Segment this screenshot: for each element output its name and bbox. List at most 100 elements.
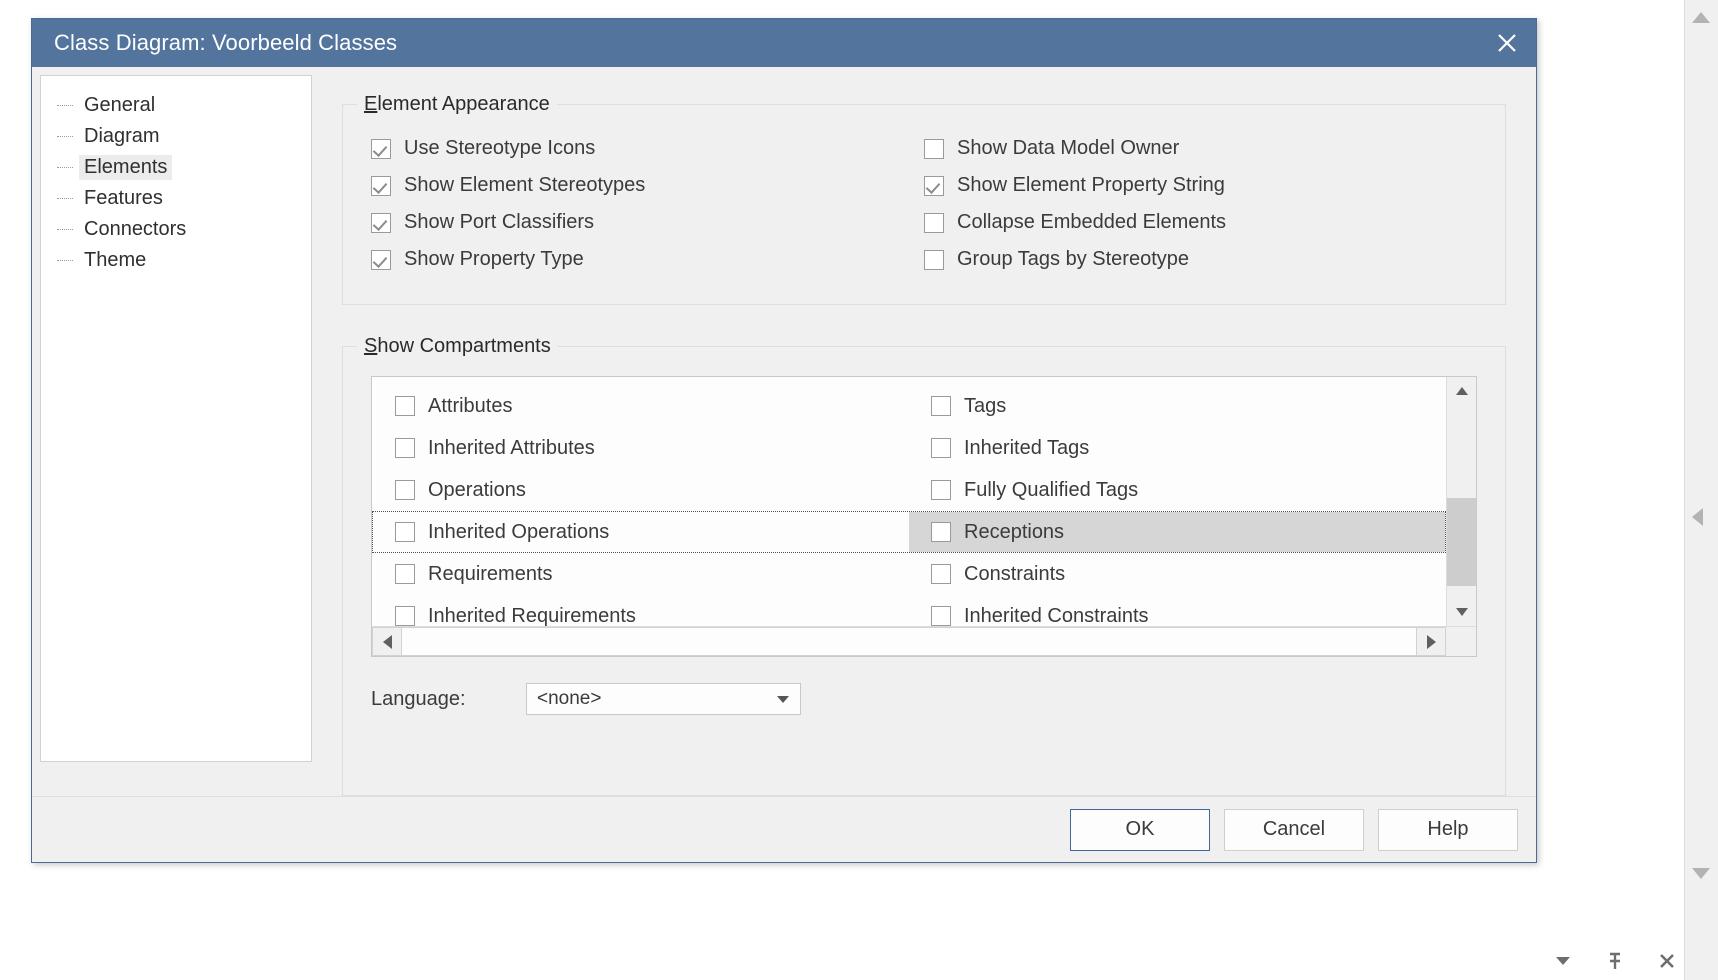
checkbox-icon[interactable] xyxy=(931,564,951,584)
checkbox-icon[interactable] xyxy=(395,564,415,584)
compartments-rows: Attributes Tags Inherited A xyxy=(372,377,1446,626)
checkbox-collapse-embedded-elements[interactable]: Collapse Embedded Elements xyxy=(924,204,1477,241)
close-icon[interactable] xyxy=(1654,948,1680,974)
language-dropdown[interactable]: <none> xyxy=(526,683,801,715)
class-diagram-properties-dialog: Class Diagram: Voorbeeld Classes General… xyxy=(31,18,1537,863)
compartments-horizontal-scrollbar[interactable] xyxy=(372,626,1476,656)
checkbox-constraints[interactable]: Constraints xyxy=(909,554,1445,594)
checkbox-show-property-type[interactable]: Show Property Type xyxy=(371,241,924,278)
checkbox-attributes[interactable]: Attributes xyxy=(373,386,909,426)
legend-rest: lement Appearance xyxy=(377,93,549,115)
checkbox-tags[interactable]: Tags xyxy=(909,386,1445,426)
checkbox-inherited-tags[interactable]: Inherited Tags xyxy=(909,428,1445,468)
background-scroll-left-arrow[interactable] xyxy=(1692,508,1712,528)
pin-icon[interactable] xyxy=(1602,948,1628,974)
checkbox-icon[interactable] xyxy=(931,522,951,542)
sidebar-item-label: Features xyxy=(79,186,168,211)
checkbox-icon[interactable] xyxy=(931,396,951,416)
checkbox-inherited-constraints[interactable]: Inherited Constraints xyxy=(909,596,1445,626)
checkbox-icon[interactable] xyxy=(924,176,944,196)
checkbox-inherited-requirements[interactable]: Inherited Requirements xyxy=(373,596,909,626)
checkbox-label: Attributes xyxy=(428,395,512,418)
checkbox-icon[interactable] xyxy=(924,250,944,270)
checkbox-label: Show Element Stereotypes xyxy=(404,174,645,197)
checkbox-icon[interactable] xyxy=(931,606,951,626)
table-row[interactable]: Inherited Attributes Inherited Tags xyxy=(372,427,1446,469)
compartments-listbox: Attributes Tags Inherited A xyxy=(371,376,1477,657)
checkbox-icon[interactable] xyxy=(924,139,944,159)
checkbox-icon[interactable] xyxy=(395,396,415,416)
close-icon[interactable] xyxy=(1484,22,1530,64)
checkbox-show-element-property-string[interactable]: Show Element Property String xyxy=(924,167,1477,204)
background-scroll-down-arrow[interactable] xyxy=(1692,868,1712,888)
settings-nav-tree: General Diagram Elements Features Connec… xyxy=(40,75,312,762)
language-row: Language: <none> xyxy=(371,683,1505,715)
checkbox-label: Group Tags by Stereotype xyxy=(957,248,1189,271)
table-row[interactable]: Operations Fully Qualified Tags xyxy=(372,469,1446,511)
help-button[interactable]: Help xyxy=(1378,809,1518,851)
dialog-footer: OK Cancel Help xyxy=(32,796,1536,862)
checkbox-icon[interactable] xyxy=(371,250,391,270)
sidebar-item-elements[interactable]: Elements xyxy=(41,152,311,183)
table-row-focused[interactable]: Inherited Operations Receptions xyxy=(372,511,1446,553)
checkbox-requirements[interactable]: Requirements xyxy=(373,554,909,594)
sidebar-item-general[interactable]: General xyxy=(41,90,311,121)
sidebar-item-features[interactable]: Features xyxy=(41,183,311,214)
dialog-title: Class Diagram: Voorbeeld Classes xyxy=(54,30,1484,56)
chevron-down-icon[interactable] xyxy=(1550,948,1576,974)
checkbox-show-port-classifiers[interactable]: Show Port Classifiers xyxy=(371,204,924,241)
element-appearance-checkbox-grid: Use Stereotype Icons Show Data Model Own… xyxy=(343,130,1505,278)
checkbox-show-element-stereotypes[interactable]: Show Element Stereotypes xyxy=(371,167,924,204)
checkbox-fully-qualified-tags[interactable]: Fully Qualified Tags xyxy=(909,470,1445,510)
checkbox-icon[interactable] xyxy=(395,438,415,458)
checkbox-label: Inherited Tags xyxy=(964,437,1089,460)
checkbox-operations[interactable]: Operations xyxy=(373,470,909,510)
sidebar-item-diagram[interactable]: Diagram xyxy=(41,121,311,152)
scroll-left-icon[interactable] xyxy=(372,627,402,656)
dialog-titlebar: Class Diagram: Voorbeeld Classes xyxy=(32,19,1536,67)
vertical-scroll-track[interactable] xyxy=(1447,405,1476,598)
scroll-down-icon[interactable] xyxy=(1447,598,1476,626)
checkbox-group-tags-by-stereotype[interactable]: Group Tags by Stereotype xyxy=(924,241,1477,278)
compartments-vertical-scrollbar[interactable] xyxy=(1446,377,1476,626)
checkbox-icon[interactable] xyxy=(395,522,415,542)
tree-connector-icon xyxy=(57,229,73,230)
checkbox-label: Operations xyxy=(428,479,526,502)
chevron-down-icon[interactable] xyxy=(766,684,800,714)
cancel-button[interactable]: Cancel xyxy=(1224,809,1364,851)
checkbox-label: Inherited Operations xyxy=(428,521,609,544)
checkbox-icon[interactable] xyxy=(371,213,391,233)
sidebar-item-label: Diagram xyxy=(79,124,165,149)
checkbox-label: Inherited Constraints xyxy=(964,605,1149,627)
checkbox-inherited-operations[interactable]: Inherited Operations xyxy=(373,512,909,552)
checkbox-icon[interactable] xyxy=(371,139,391,159)
sidebar-item-connectors[interactable]: Connectors xyxy=(41,214,311,245)
show-compartments-legend: Show Compartments xyxy=(357,335,558,358)
checkbox-icon[interactable] xyxy=(371,176,391,196)
vertical-scroll-thumb[interactable] xyxy=(1447,498,1476,587)
checkbox-icon[interactable] xyxy=(924,213,944,233)
background-scroll-up-arrow[interactable] xyxy=(1692,12,1712,32)
checkbox-label: Requirements xyxy=(428,563,553,586)
scroll-right-icon[interactable] xyxy=(1416,627,1446,656)
table-row[interactable]: Attributes Tags xyxy=(372,385,1446,427)
tree-connector-icon xyxy=(57,260,73,261)
checkbox-icon[interactable] xyxy=(931,438,951,458)
table-row[interactable]: Requirements Constraints xyxy=(372,553,1446,595)
checkbox-icon[interactable] xyxy=(931,480,951,500)
checkbox-inherited-attributes[interactable]: Inherited Attributes xyxy=(373,428,909,468)
checkbox-icon[interactable] xyxy=(395,480,415,500)
ok-button[interactable]: OK xyxy=(1070,809,1210,851)
table-row[interactable]: Inherited Requirements Inherited Constra… xyxy=(372,595,1446,626)
legend-mnemonic: S xyxy=(364,335,377,357)
horizontal-scroll-track[interactable] xyxy=(402,627,1416,656)
checkbox-use-stereotype-icons[interactable]: Use Stereotype Icons xyxy=(371,130,924,167)
sidebar-item-theme[interactable]: Theme xyxy=(41,245,311,276)
tree-connector-icon xyxy=(57,198,73,199)
checkbox-receptions[interactable]: Receptions xyxy=(909,512,1445,552)
checkbox-icon[interactable] xyxy=(395,606,415,626)
dialog-body: General Diagram Elements Features Connec… xyxy=(32,67,1536,796)
checkbox-show-data-model-owner[interactable]: Show Data Model Owner xyxy=(924,130,1477,167)
checkbox-label: Receptions xyxy=(964,521,1064,544)
scroll-up-icon[interactable] xyxy=(1447,377,1476,405)
